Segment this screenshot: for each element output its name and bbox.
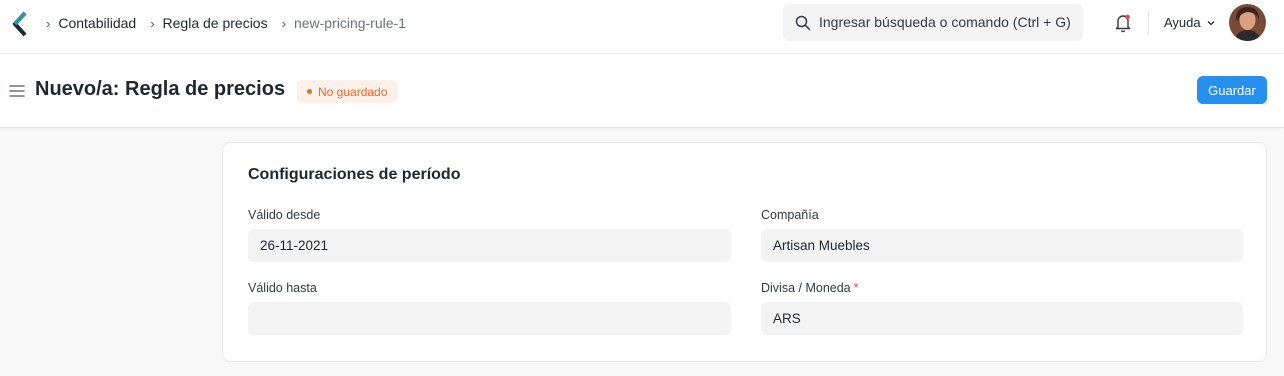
divider: [1148, 11, 1149, 35]
search-icon: [795, 15, 811, 31]
section-title: Configuraciones de período: [248, 166, 461, 183]
status-label: No guardado: [318, 84, 388, 99]
search-input[interactable]: Ingresar búsqueda o comando (Ctrl + G): [819, 14, 1071, 30]
valid-from-input[interactable]: 26-11-2021: [248, 229, 731, 262]
breadcrumb: › Contabilidad › Regla de precios › new-…: [46, 14, 420, 32]
label-text: Válido hasta: [248, 281, 317, 295]
help-label: Ayuda: [1164, 15, 1201, 30]
status-dot-icon: [307, 89, 312, 94]
currency-input[interactable]: ARS: [761, 302, 1243, 335]
chevron-right-icon: ›: [150, 15, 155, 31]
navbar: › Contabilidad › Regla de precios › new-…: [0, 0, 1284, 54]
chevron-right-icon: ›: [46, 15, 51, 31]
currency-value: ARS: [773, 311, 801, 326]
app-logo-icon[interactable]: [12, 11, 30, 37]
field-label-company: Compañía: [761, 208, 819, 222]
user-avatar[interactable]: [1229, 4, 1266, 41]
field-label-currency: Divisa / Moneda *: [761, 281, 859, 295]
label-text: Divisa / Moneda: [761, 281, 851, 295]
menu-icon[interactable]: [9, 84, 25, 98]
label-text: Válido desde: [248, 208, 321, 222]
search-bar[interactable]: Ingresar búsqueda o comando (Ctrl + G): [783, 4, 1083, 41]
breadcrumb-regla-de-precios[interactable]: Regla de precios: [163, 15, 268, 31]
save-button[interactable]: Guardar: [1197, 76, 1267, 104]
label-text: Compañía: [761, 208, 819, 222]
company-input[interactable]: Artisan Muebles: [761, 229, 1243, 262]
status-badge: No guardado: [297, 80, 398, 103]
chevron-right-icon: ›: [281, 15, 286, 31]
page-title: Nuevo/a: Regla de precios: [35, 78, 286, 100]
chevron-down-icon: [1207, 20, 1215, 25]
field-label-valid-from: Válido desde: [248, 208, 320, 222]
breadcrumb-current: new-pricing-rule-1: [293, 15, 406, 31]
bell-icon[interactable]: [1114, 13, 1132, 33]
breadcrumb-contabilidad[interactable]: Contabilidad: [58, 15, 136, 31]
form-section-card: Configuraciones de período Válido desde …: [222, 142, 1267, 362]
help-dropdown[interactable]: Ayuda: [1164, 15, 1216, 30]
company-value: Artisan Muebles: [773, 238, 870, 253]
page-header: Nuevo/a: Regla de precios No guardado Gu…: [0, 54, 1284, 128]
field-label-valid-upto: Válido hasta: [248, 281, 317, 295]
valid-from-value: 26-11-2021: [260, 238, 329, 253]
required-indicator: *: [853, 281, 859, 295]
valid-upto-input[interactable]: [248, 302, 731, 335]
